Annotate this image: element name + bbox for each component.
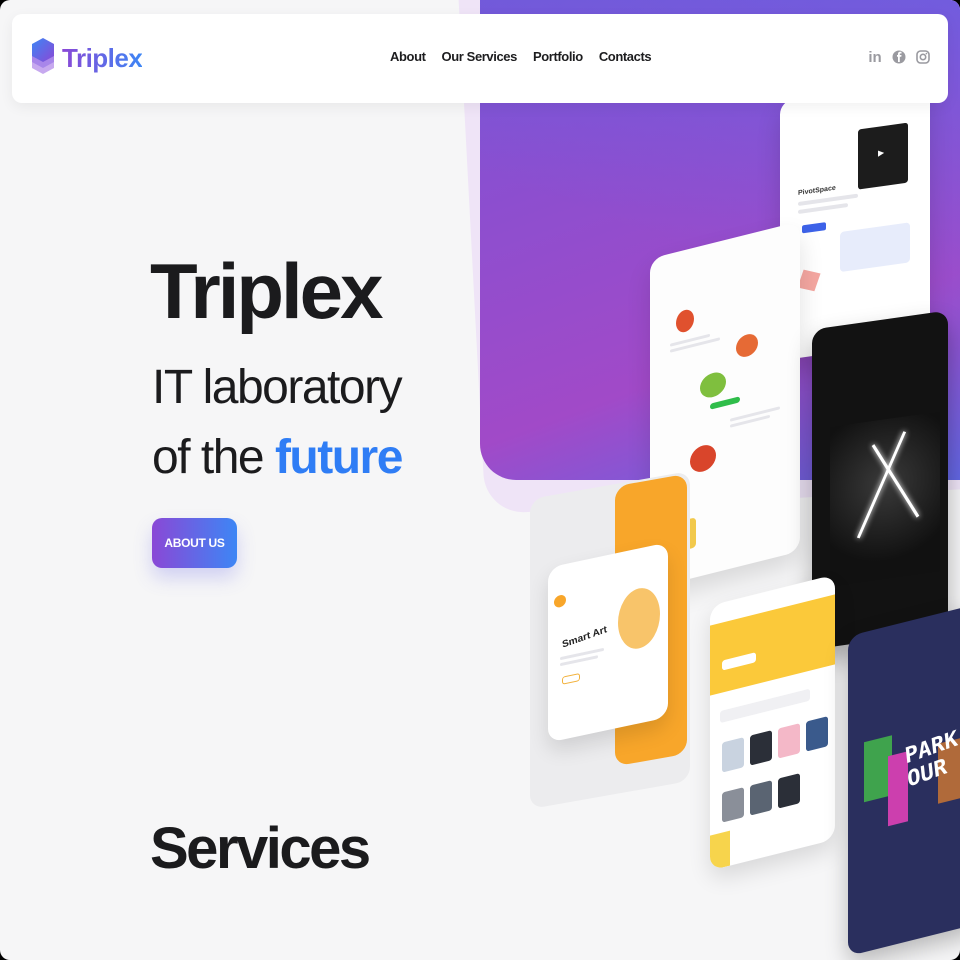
hero-subtitle-line2: of the future [152,430,403,485]
triplex-logo-icon [32,38,54,74]
hero-subtitle-line1: IT laboratory [152,361,403,414]
main-nav: About Our Services Portfolio Contacts [390,49,652,64]
linkedin-icon[interactable]: in [868,46,882,68]
instagram-icon[interactable] [916,46,930,68]
page: ▶ PivotSpace Smart Art PARK OUR Triplex … [0,0,960,960]
pixel-game-mockup: PARK OUR [848,603,960,957]
nav-our-services[interactable]: Our Services [442,49,518,64]
play-icon: ▶ [878,147,885,158]
hero-highlight-word: future [274,431,403,484]
brand-logo[interactable]: Triplex [30,34,143,82]
nav-portfolio[interactable]: Portfolio [533,49,583,64]
site-header: Triplex About Our Services Portfolio Con… [12,14,948,103]
pivot-label: PivotSpace [798,184,836,198]
smart-art-label: Smart Art [561,624,608,651]
smart-art-mockup: Smart Art [548,542,668,743]
about-us-button[interactable]: ABOUT US [152,518,237,568]
social-links: in [868,46,930,68]
services-heading: Services [150,816,371,881]
facebook-icon[interactable] [892,46,906,68]
nav-about[interactable]: About [390,49,426,64]
hero-line2-prefix: of the [152,431,265,484]
gadget-shop-mockup [710,574,835,871]
nav-contacts[interactable]: Contacts [599,49,652,64]
brand-name: Triplex [62,42,143,73]
hero-title: Triplex [150,247,383,335]
